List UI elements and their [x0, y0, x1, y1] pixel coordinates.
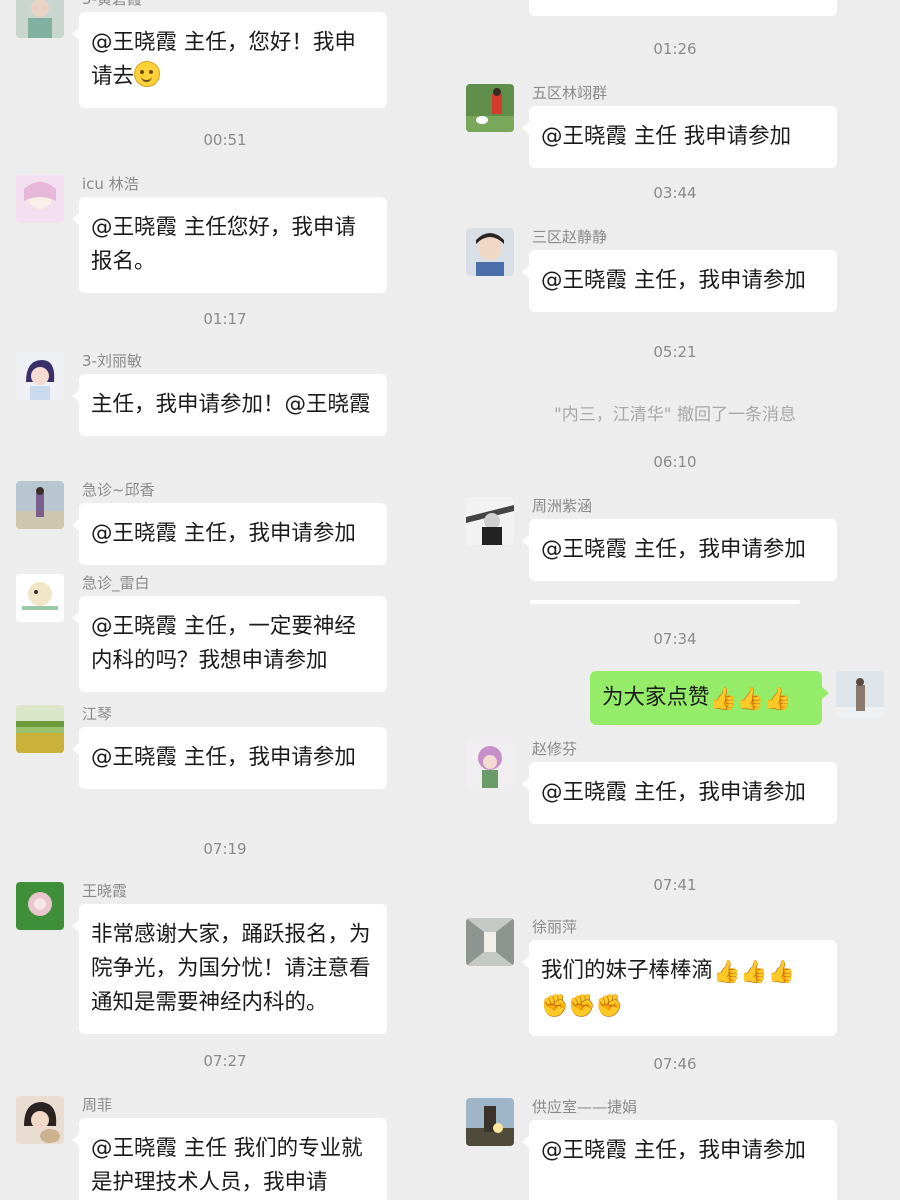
message-bubble[interactable]: @王晓霞 主任，您好！我申请去: [72, 12, 387, 108]
scroll-indicator: [530, 600, 800, 604]
fist-icon: ✊: [568, 994, 596, 1019]
message-bubble[interactable]: 我们的妹子棒棒滴👍👍👍 ✊✊✊: [522, 940, 837, 1036]
sender-name: 周洲紫涵: [532, 497, 593, 515]
avatar[interactable]: [466, 497, 514, 545]
sender-name: 江琴: [82, 705, 113, 723]
sender-name: 三区赵静静: [532, 228, 608, 246]
message-bubble[interactable]: @王晓霞 主任，我申请参加: [522, 519, 837, 581]
thumbs-up-icon: 👍: [709, 687, 737, 712]
avatar[interactable]: [16, 1096, 64, 1144]
sender-name: 供应室——捷娟: [532, 1098, 638, 1116]
sender-name: 3-刘丽敏: [82, 352, 142, 370]
self-avatar[interactable]: [836, 671, 884, 719]
message-bubble[interactable]: @王晓霞 主任，我申请参加: [522, 1120, 837, 1200]
message-text: @王晓霞 主任，我申请参加: [91, 521, 356, 546]
thumbs-up-icon: 👍: [736, 687, 765, 712]
message-bubble[interactable]: @王晓霞 主任，我申请参加: [522, 762, 837, 824]
avatar[interactable]: [466, 1098, 514, 1146]
message-bubble[interactable]: @王晓霞 主任 我申请参加: [522, 106, 837, 168]
avatar[interactable]: [466, 228, 514, 276]
avatar[interactable]: [16, 352, 64, 400]
message-bubble[interactable]: 主任，我申请参加！@王晓霞: [72, 374, 387, 436]
sender-name: 五区林翊群: [532, 84, 608, 102]
message-text: @王晓霞 主任，我申请参加: [541, 780, 806, 805]
thumbs-up-icon: 👍: [740, 960, 768, 985]
sender-name: icu 林浩: [82, 175, 139, 193]
recall-notice: "内三，江清华" 撤回了一条消息: [553, 405, 797, 425]
message-text: @王晓霞 主任，我申请参加: [541, 1138, 806, 1163]
timestamp: 07:41: [653, 876, 697, 894]
message-text: @王晓霞 主任，我申请参加: [541, 537, 806, 562]
message-text: @王晓霞 主任，我申请参加: [541, 268, 806, 293]
sender-name: 王晓霞: [82, 882, 128, 900]
timestamp: 07:46: [653, 1055, 697, 1073]
timestamp: 00:51: [203, 131, 247, 149]
timestamp: 03:44: [653, 184, 697, 202]
sender-name: 急诊~邱香: [82, 481, 155, 499]
message-bubble[interactable]: 非常感谢大家，踊跃报名，为院争光，为国分忧！请注意看通知是需要神经内科的。: [72, 904, 387, 1034]
avatar[interactable]: [466, 84, 514, 132]
message-text: @王晓霞 主任您好，我申请报名。: [91, 215, 356, 274]
avatar[interactable]: [16, 574, 64, 622]
avatar[interactable]: [16, 882, 64, 930]
timestamp: 01:26: [653, 40, 697, 58]
fist-icon: ✊: [541, 994, 569, 1019]
message-text: @王晓霞 主任 我们的专业就是护理技术人员，我申请: [91, 1136, 363, 1195]
sender-name: 5-黄碧霞: [82, 0, 142, 9]
message-bubble[interactable]: @王晓霞 主任，一定要神经内科的吗？我想申请参加: [72, 596, 387, 692]
timestamp: 05:21: [653, 343, 697, 361]
chat-column-left: 5-黄碧霞 @王晓霞 主任，您好！我申请去 00:51 icu 林浩 @王晓霞 …: [0, 0, 450, 1200]
message-bubble[interactable]: @王晓霞 主任，我申请参加: [72, 727, 387, 789]
message-text: 我们的妹子棒棒滴: [541, 958, 714, 983]
timestamp: 07:19: [203, 840, 247, 858]
message-bubble[interactable]: @王晓霞 主任您好，我申请报名。: [72, 197, 387, 293]
self-message-bubble[interactable]: 为大家点赞👍👍👍: [590, 671, 829, 725]
thumbs-up-icon: 👍: [764, 687, 792, 712]
thumbs-up-icon: 👍: [767, 960, 796, 985]
message-text: @王晓霞 主任 我申请参加: [541, 124, 792, 149]
timestamp: 06:10: [653, 453, 697, 471]
message-bubble-partial[interactable]: [529, 0, 837, 16]
avatar[interactable]: [16, 705, 64, 753]
timestamp: 07:34: [653, 630, 697, 648]
avatar[interactable]: [16, 0, 64, 38]
avatar[interactable]: [466, 918, 514, 966]
timestamp: 07:27: [203, 1052, 247, 1070]
smiling-face-icon: [134, 61, 161, 87]
sender-name: 赵修芬: [532, 740, 578, 758]
avatar[interactable]: [16, 175, 64, 223]
fist-icon: ✊: [595, 994, 624, 1019]
thumbs-up-icon: 👍: [713, 960, 741, 985]
message-bubble[interactable]: @王晓霞 主任 我们的专业就是护理技术人员，我申请: [72, 1118, 387, 1200]
message-text: @王晓霞 主任，您好！我申请去: [91, 30, 356, 89]
avatar[interactable]: [16, 481, 64, 529]
message-text: 主任，我申请参加！@王晓霞: [91, 392, 371, 417]
avatar[interactable]: [466, 740, 514, 788]
message-text: 非常感谢大家，踊跃报名，为院争光，为国分忧！请注意看通知是需要神经内科的。: [91, 922, 371, 1015]
sender-name: 徐丽萍: [532, 918, 578, 936]
message-text: 为大家点赞: [602, 685, 710, 710]
timestamp: 01:17: [203, 310, 247, 328]
sender-name: 急诊_雷白: [82, 574, 150, 592]
message-bubble[interactable]: @王晓霞 主任，我申请参加: [522, 250, 837, 312]
message-bubble[interactable]: @王晓霞 主任，我申请参加: [72, 503, 387, 565]
message-text: @王晓霞 主任，我申请参加: [91, 745, 356, 770]
message-text: @王晓霞 主任，一定要神经内科的吗？我想申请参加: [91, 614, 356, 673]
sender-name: 周菲: [82, 1096, 113, 1114]
